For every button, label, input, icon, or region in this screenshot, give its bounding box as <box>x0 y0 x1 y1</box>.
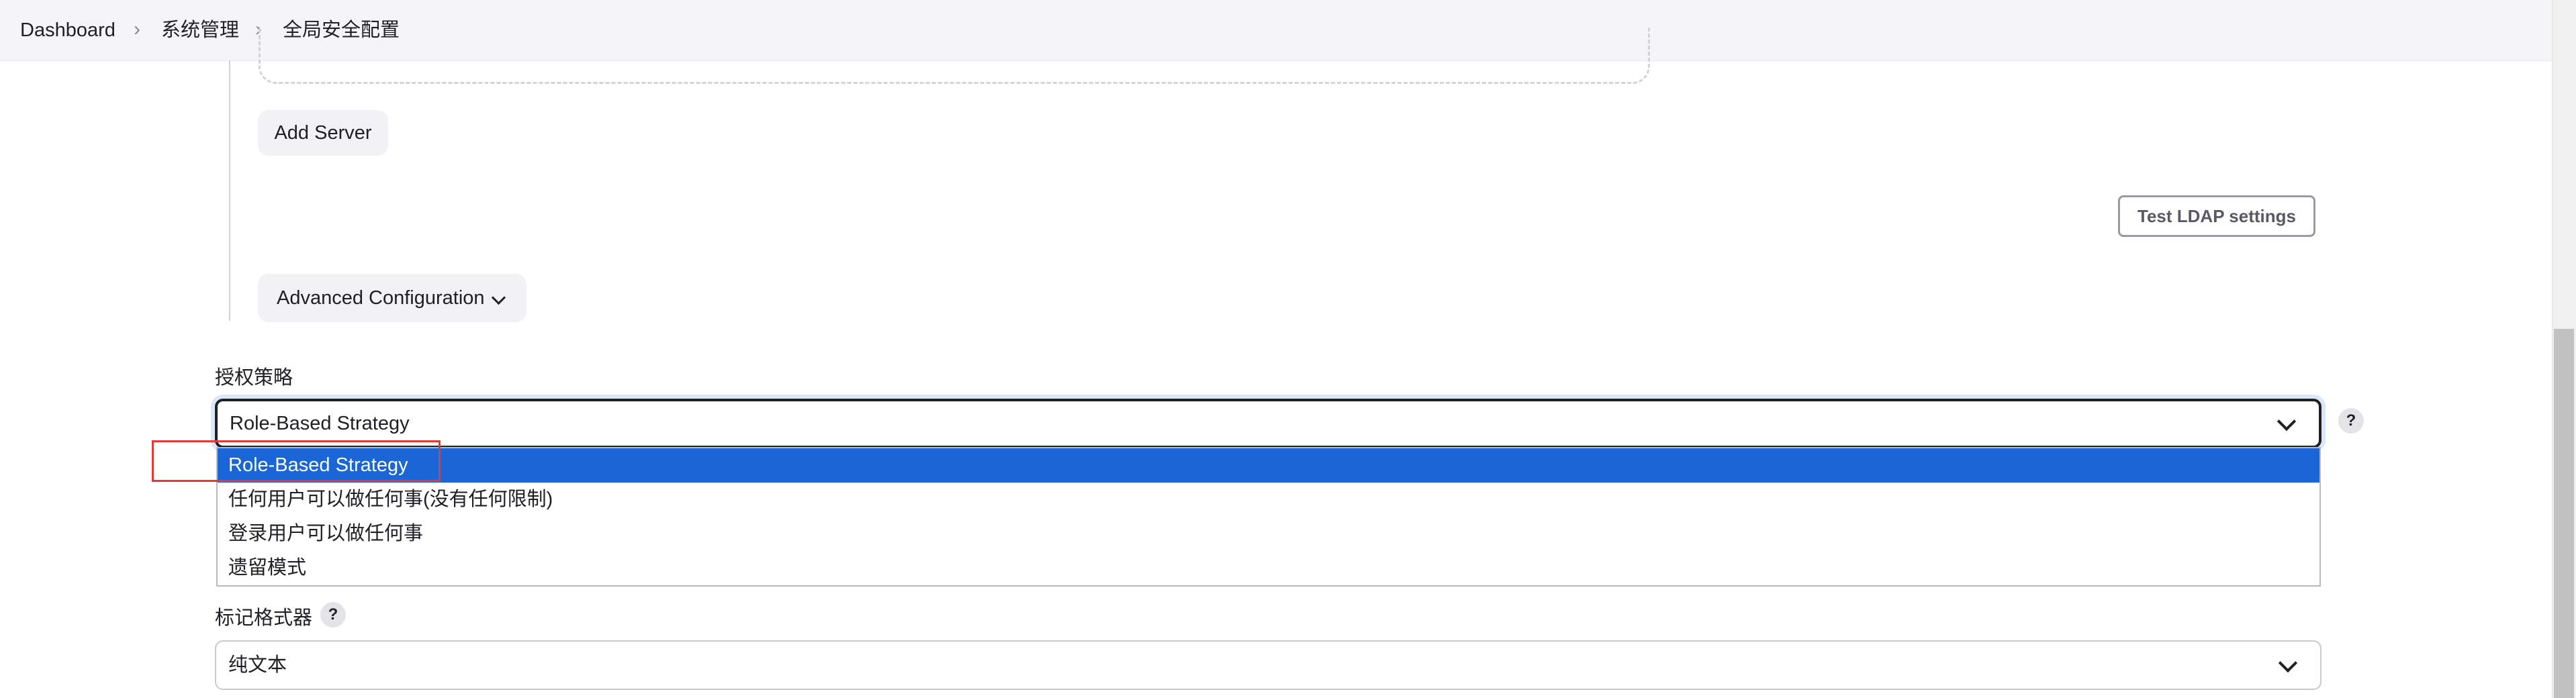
breadcrumb-dashboard[interactable]: Dashboard <box>20 0 116 60</box>
chevron-down-icon <box>491 290 506 305</box>
markup-formatter-label: 标记格式器 <box>215 607 313 629</box>
test-ldap-settings-button[interactable]: Test LDAP settings <box>2118 195 2315 237</box>
chevron-down-icon <box>2278 653 2298 673</box>
authorization-strategy-value: Role-Based Strategy <box>230 413 410 434</box>
dropdown-option-role-based[interactable]: Role-Based Strategy <box>218 448 2319 483</box>
scrollbar-thumb[interactable] <box>2554 329 2574 698</box>
markup-formatter-select[interactable]: 纯文本 <box>215 640 2321 690</box>
add-server-button[interactable]: Add Server <box>258 110 388 156</box>
breadcrumb-system-management[interactable]: 系统管理 <box>161 0 239 60</box>
authorization-help-icon[interactable]: ? <box>2338 408 2364 434</box>
markup-formatter-help-icon[interactable]: ? <box>320 602 346 628</box>
dropdown-option-anyone-anything[interactable]: 任何用户可以做任何事(没有任何限制) <box>218 483 2319 517</box>
chevron-right-icon: › <box>134 18 140 40</box>
advanced-configuration-label: Advanced Configuration <box>277 287 485 309</box>
authorization-strategy-dropdown: Role-Based Strategy 任何用户可以做任何事(没有任何限制) 登… <box>216 447 2321 587</box>
section-rail <box>229 60 230 321</box>
authorization-strategy-label: 授权策略 <box>215 367 293 389</box>
server-config-box <box>259 27 1650 84</box>
advanced-configuration-button[interactable]: Advanced Configuration <box>258 274 526 322</box>
markup-formatter-value: 纯文本 <box>228 654 287 676</box>
chevron-down-icon <box>2276 411 2297 432</box>
authorization-strategy-select[interactable]: Role-Based Strategy <box>215 399 2321 448</box>
dropdown-option-logged-in-anything[interactable]: 登录用户可以做任何事 <box>218 517 2319 551</box>
dropdown-option-legacy-mode[interactable]: 遗留模式 <box>218 551 2319 585</box>
